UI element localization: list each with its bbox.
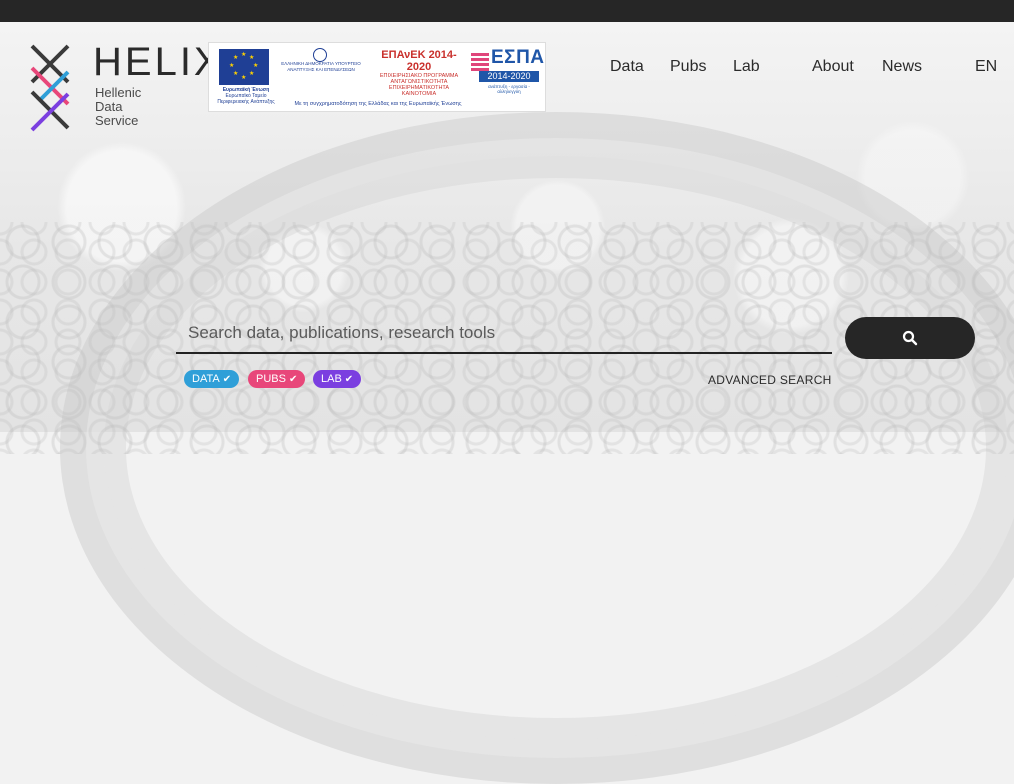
funding-banner[interactable]: ★ ★ ★ ★ ★ ★ ★ ★ Ευρωπαϊκή Ένωση Ευρωπαϊκό Τα…	[208, 42, 546, 112]
brand-subtitle-line: Service	[95, 113, 139, 128]
filter-chip-pubs[interactable]: PUBS ✔	[248, 370, 306, 388]
brand-subtitle-line: Data	[95, 99, 123, 114]
filter-chip-lab[interactable]: LAB ✔	[313, 370, 362, 388]
search-icon	[902, 330, 918, 346]
eu-flag-icon: ★ ★ ★ ★ ★ ★ ★ ★	[219, 49, 269, 85]
check-icon: ✔	[344, 374, 354, 385]
search-input[interactable]	[176, 314, 832, 354]
search-button[interactable]	[845, 317, 975, 359]
cofunding-text: Με τη συγχρηματοδότηση της Ελλάδας και τ…	[294, 101, 462, 107]
nav-pubs[interactable]: Pubs	[670, 58, 706, 76]
nav-about[interactable]: About	[812, 58, 854, 76]
greek-seal-icon	[313, 48, 327, 62]
helix-logo-icon[interactable]	[26, 42, 74, 134]
brand-subtitle: Hellenic Data Service	[95, 86, 141, 128]
epanek-logo: ΕΠΑνΕΚ 2014-2020 ΕΠΙΧΕΙΡΗΣΙΑΚΟ ΠΡΟΓΡΑΜΜΑ…	[379, 49, 459, 97]
filter-chip-data[interactable]: DATA ✔	[184, 370, 240, 388]
nav-news[interactable]: News	[882, 58, 922, 76]
nav-data[interactable]: Data	[610, 58, 644, 76]
brand-subtitle-line: Hellenic	[95, 85, 142, 100]
check-icon: ✔	[288, 374, 298, 385]
language-switch[interactable]: EN	[975, 58, 997, 76]
ministry-label: ΕΛΛΗΝΙΚΗ ΔΗΜΟΚΡΑΤΙΑ ΥΠΟΥΡΓΕΙΟ ΑΝΑΠΤΥΞΗΣ …	[281, 61, 361, 72]
top-bar	[0, 0, 1014, 22]
brand-name[interactable]: HELIX	[93, 42, 224, 82]
nav-lab[interactable]: Lab	[733, 58, 760, 76]
advanced-search-link[interactable]: ADVANCED SEARCH	[708, 373, 832, 387]
espa-stripes-icon	[471, 53, 489, 71]
check-icon: ✔	[222, 374, 232, 385]
